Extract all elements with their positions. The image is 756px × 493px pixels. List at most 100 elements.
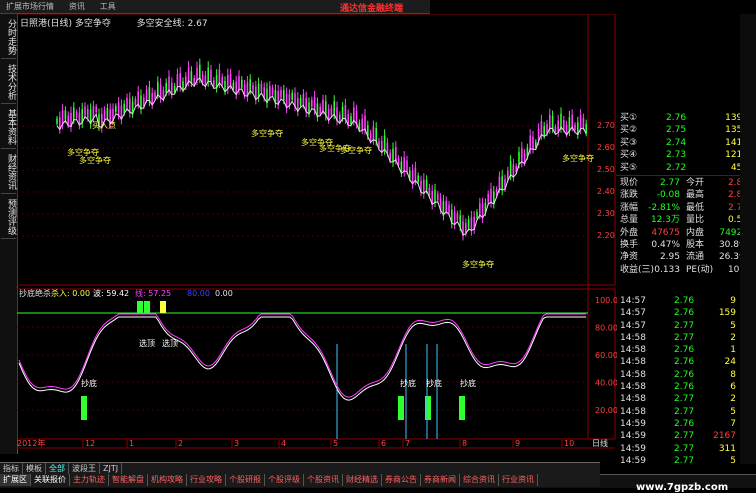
stat-value-a: 12.3万 bbox=[650, 215, 680, 226]
stat-label-b: 内盘 bbox=[686, 227, 705, 238]
tick-volume: 2167 bbox=[713, 431, 736, 442]
signal-bar bbox=[144, 301, 150, 313]
tick-time: 14:58 bbox=[620, 332, 646, 343]
tick-time: 14:57 bbox=[620, 320, 646, 331]
stat-label-b: 最高 bbox=[686, 190, 705, 201]
stat-row: 换手 0.47% 股本 30.8亿 bbox=[616, 239, 756, 251]
info-tab[interactable]: 行业资讯 bbox=[499, 474, 538, 486]
bid-row[interactable]: 买③ 2.74 1411 bbox=[616, 137, 756, 149]
tick-price: 2.76 bbox=[674, 296, 695, 306]
info-tab[interactable]: 个股评级 bbox=[265, 474, 304, 486]
signal-bars bbox=[81, 301, 465, 439]
tick-row: 14:592.77311S bbox=[616, 443, 756, 455]
tab-finance-news[interactable]: 财经资讯 bbox=[1, 151, 16, 194]
info-tabs: 扩展区 关联报价 主力轨迹 智能解盘 机构攻略 行业攻略 个股研报 个股评级 个股资讯 财经精选券… bbox=[0, 474, 600, 487]
bid-label: 买② bbox=[620, 125, 638, 136]
tick-volume: 2 bbox=[730, 394, 736, 405]
stat-value-a: -2.81% bbox=[648, 202, 680, 213]
sub-scale-label: 100.0 bbox=[595, 296, 617, 305]
info-tab[interactable]: 关联报价 bbox=[31, 474, 70, 486]
label-bottom-4: 抄底 bbox=[460, 378, 476, 388]
tick-price: 2.77 bbox=[674, 406, 695, 417]
price-label: 2.30 bbox=[597, 209, 615, 218]
oscillator-line-d bbox=[18, 316, 587, 401]
info-tab[interactable]: 智能解盘 bbox=[109, 474, 148, 486]
price-label: 2.40 bbox=[597, 187, 615, 196]
tab-forecast[interactable]: 预测评级 bbox=[1, 196, 16, 239]
tick-volume: 2 bbox=[730, 332, 736, 343]
label-bottom-1: 抄底 bbox=[81, 378, 97, 388]
tab-basic[interactable]: 基本资料 bbox=[1, 106, 16, 149]
info-tab[interactable]: 券商新闻 bbox=[421, 474, 460, 486]
tick-price: 2.77 bbox=[674, 443, 695, 454]
watermark: www.7gpzb.com bbox=[636, 482, 729, 493]
tick-row: 14:572.76159S bbox=[616, 307, 756, 319]
bid-row[interactable]: 买① 2.76 1391 bbox=[616, 112, 756, 124]
annotation-longshort-6: 多空争夺 bbox=[340, 145, 372, 155]
bid-row[interactable]: 买⑤2.72453 bbox=[616, 162, 756, 174]
bid-price: 2.76 bbox=[666, 113, 687, 123]
tab-technical[interactable]: 技术分析 bbox=[1, 61, 16, 104]
stat-value-a: 2.95 bbox=[659, 252, 680, 263]
oscillator-line-k bbox=[18, 313, 587, 398]
date-month: 3 bbox=[234, 439, 239, 448]
tick-volume: 5 bbox=[730, 455, 736, 466]
tick-time: 14:58 bbox=[620, 369, 646, 380]
tick-row: 14:572.769S bbox=[616, 295, 756, 307]
price-label: 2.20 bbox=[597, 231, 615, 240]
menu-news[interactable]: 资讯 bbox=[63, 0, 91, 13]
left-tab-bar: 分时走势 技术分析 基本资料 财经资讯 预测评级 bbox=[0, 14, 18, 454]
stat-row: 净资 2.95 流通 26.3亿 bbox=[616, 251, 756, 263]
stat-value-a: 0.47% bbox=[651, 239, 680, 250]
info-tab[interactable]: 机构攻略 bbox=[148, 474, 187, 486]
period-label[interactable]: 日线 bbox=[592, 438, 608, 448]
stat-label-b: 流通 bbox=[686, 252, 705, 263]
info-tab[interactable]: 主力轨迹 bbox=[70, 474, 109, 486]
sub-value-2: 波: 59.42 bbox=[93, 288, 129, 298]
safety-line-value: 多空安全线: 2.67 bbox=[136, 19, 208, 29]
stat-label-a: 现价 bbox=[620, 177, 639, 188]
tab-intraday[interactable]: 分时走势 bbox=[1, 16, 16, 59]
info-tab[interactable]: 财经精选 bbox=[343, 474, 382, 486]
tick-volume: 8 bbox=[730, 369, 736, 380]
tick-row: 14:592.772167B bbox=[616, 430, 756, 442]
sub-title: 抄底绝杀 bbox=[19, 288, 51, 298]
tick-volume: 7 bbox=[730, 418, 736, 429]
tick-row: 14:582.766S bbox=[616, 381, 756, 393]
stock-title: 日照港(日线) bbox=[20, 19, 73, 29]
tick-price: 2.76 bbox=[674, 382, 695, 393]
bid-price: 2.72 bbox=[666, 162, 687, 173]
menu-ext-market[interactable]: 扩展市场行情 bbox=[0, 0, 60, 13]
stat-row: 收益(三) 0.133 PE(动) 10.4 bbox=[616, 264, 756, 276]
signal-bar bbox=[137, 301, 143, 313]
info-tab[interactable]: 券商公告 bbox=[382, 474, 421, 486]
bid-price: 2.74 bbox=[666, 137, 687, 148]
price-axis: 2.70 2.60 2.50 2.40 2.30 2.20 bbox=[597, 121, 615, 240]
stat-label-b: 最低 bbox=[686, 202, 705, 213]
annotation-longshort-8: 多空争夺 bbox=[462, 259, 494, 269]
info-tab[interactable]: 个股资讯 bbox=[304, 474, 343, 486]
right-scroll-strip[interactable] bbox=[740, 14, 756, 464]
date-month: 4 bbox=[281, 439, 286, 448]
sub-scale-axis: 100.0 80.00 60.00 40.00 20.00 bbox=[595, 296, 617, 415]
tick-volume: 311 bbox=[718, 443, 736, 454]
indicator-name: 多空争夺 bbox=[74, 19, 111, 29]
signal-bar bbox=[398, 396, 404, 420]
stat-row: 涨幅 -2.81% 最低 2.75 bbox=[616, 202, 756, 214]
annotation-longshort-3: 多空争夺 bbox=[251, 128, 283, 138]
chart-area[interactable]: 2.70 2.60 2.50 2.40 2.30 2.20 买入点 多空争夺 多空争夺 多… bbox=[17, 14, 617, 462]
bid-row[interactable]: 买② 2.75 1357 bbox=[616, 124, 756, 136]
info-tab[interactable]: 扩展区 bbox=[0, 474, 31, 486]
sub-value-3: 线: 57.25 bbox=[135, 288, 171, 298]
tick-list[interactable]: 14:572.769S14:572.76159S14:572.775B14:58… bbox=[616, 295, 756, 467]
tick-volume: 1 bbox=[730, 345, 736, 356]
menu-tools[interactable]: 工具 bbox=[94, 0, 122, 13]
date-month: 5 bbox=[333, 439, 338, 448]
date-month: 2 bbox=[178, 439, 183, 448]
bid-row[interactable]: 买④ 2.73 1217 bbox=[616, 149, 756, 161]
info-tab[interactable]: 综合资讯 bbox=[460, 474, 499, 486]
tick-time: 14:58 bbox=[620, 382, 646, 393]
info-tab[interactable]: 个股研报 bbox=[226, 474, 265, 486]
info-tab[interactable]: 行业攻略 bbox=[187, 474, 226, 486]
signal-bar bbox=[160, 301, 166, 313]
